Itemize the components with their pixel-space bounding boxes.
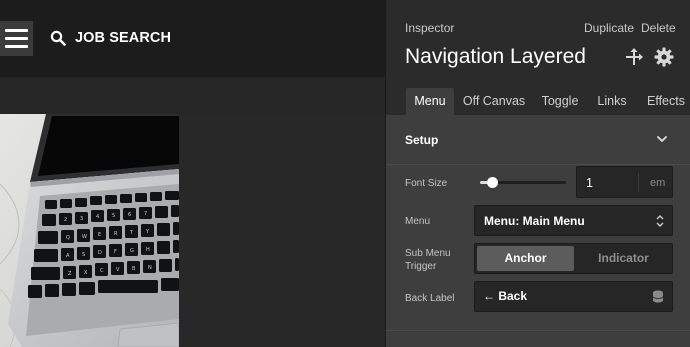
svg-text:W: W: [82, 234, 87, 240]
svg-text:4: 4: [96, 214, 99, 220]
database-icon[interactable]: [652, 290, 664, 303]
tab-effects[interactable]: Effects: [641, 88, 690, 115]
anchor-option[interactable]: Anchor: [477, 246, 574, 271]
sub-menu-trigger-toggle: Anchor Indicator: [474, 243, 673, 274]
svg-text:C: C: [100, 268, 104, 274]
back-label-input[interactable]: [483, 289, 643, 303]
svg-text:A: A: [66, 253, 70, 259]
svg-text:6: 6: [128, 212, 131, 218]
laptop-image: 234 567 QWE RTY ASD FGH ZXC VBN: [0, 114, 179, 347]
inspector-panel: Inspector Duplicate Delete Navigation La…: [385, 0, 690, 347]
section-title: Setup: [405, 133, 439, 147]
svg-text:V: V: [116, 267, 120, 273]
tab-off-canvas[interactable]: Off Canvas: [462, 88, 526, 115]
page-canvas: JOB SEARCH 2 3 4 5 6 7 Q W E R T Y A S D…: [0, 0, 385, 347]
svg-text:H: H: [146, 247, 150, 253]
job-search-label: JOB SEARCH: [75, 30, 172, 46]
svg-text:Z: Z: [68, 271, 72, 277]
canvas-gap: [0, 77, 385, 114]
svg-text:E: E: [98, 232, 101, 238]
menu-select-value: Menu: Main Menu: [484, 214, 585, 228]
back-label-label: Back Label: [405, 293, 455, 304]
hamburger-line: [5, 45, 28, 48]
svg-text:5: 5: [112, 213, 115, 219]
select-arrows-icon: [656, 215, 664, 227]
menu-select[interactable]: Menu: Main Menu: [474, 205, 673, 236]
font-size-value[interactable]: [586, 176, 631, 190]
tab-links[interactable]: Links: [591, 88, 633, 115]
hamburger-icon[interactable]: [0, 21, 33, 56]
unit-divider: [638, 173, 639, 192]
font-size-label: Font Size: [405, 178, 448, 189]
delete-button[interactable]: Delete: [641, 21, 676, 35]
tab-menu[interactable]: Menu: [406, 88, 454, 115]
font-size-input[interactable]: em: [576, 166, 673, 198]
hamburger-line: [5, 37, 28, 40]
svg-text:R: R: [114, 231, 118, 237]
svg-text:X: X: [84, 270, 88, 276]
tab-toggle[interactable]: Toggle: [536, 88, 584, 115]
duplicate-button[interactable]: Duplicate: [584, 21, 634, 35]
font-size-slider[interactable]: [480, 177, 566, 188]
svg-text:N: N: [148, 265, 152, 271]
menu-label: Menu: [405, 216, 431, 227]
gear-icon[interactable]: [654, 47, 674, 67]
svg-text:Q: Q: [66, 235, 70, 241]
inspector-caption: Inspector: [405, 21, 455, 35]
svg-text:3: 3: [80, 216, 83, 222]
slider-handle[interactable]: [487, 177, 499, 188]
svg-text:G: G: [130, 248, 134, 254]
site-header: JOB SEARCH: [0, 0, 385, 77]
sub-menu-trigger-label-2: Trigger: [405, 261, 437, 272]
inspector-header: Inspector Duplicate Delete Navigation La…: [386, 0, 690, 88]
svg-text:B: B: [132, 266, 136, 272]
move-arrows-icon[interactable]: [624, 47, 644, 67]
inspector-tabs: Menu Off Canvas Toggle Links Effects: [386, 88, 690, 115]
setup-section-header[interactable]: Setup: [386, 115, 690, 165]
indicator-option[interactable]: Indicator: [575, 246, 672, 271]
search-icon: [50, 30, 66, 46]
svg-text:7: 7: [144, 211, 147, 217]
app-root: JOB SEARCH 2 3 4 5 6 7 Q W E R T Y A S D…: [0, 0, 690, 347]
job-search-link[interactable]: JOB SEARCH: [50, 30, 171, 46]
sub-menu-trigger-label-1: Sub Menu: [405, 248, 451, 259]
hamburger-line: [5, 29, 28, 32]
back-label-field[interactable]: [474, 281, 673, 312]
svg-text:F: F: [114, 249, 117, 255]
element-title: Navigation Layered: [405, 45, 586, 68]
chevron-down-icon[interactable]: [656, 134, 668, 144]
svg-text:D: D: [98, 250, 102, 256]
section-divider: [386, 330, 690, 331]
svg-text:S: S: [82, 252, 85, 258]
font-size-unit[interactable]: em: [650, 177, 665, 189]
svg-text:2: 2: [64, 217, 67, 223]
